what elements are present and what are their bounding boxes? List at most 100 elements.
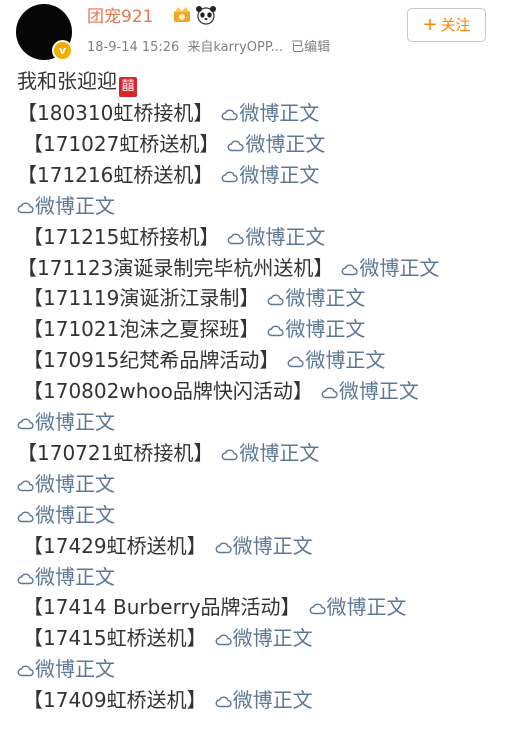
- weibo-link-label: 微博正文: [285, 286, 366, 311]
- weibo-link[interactable]: 微博正文: [215, 626, 313, 650]
- line-title: 【171215虹桥接机】: [23, 224, 220, 249]
- post-line: 【171027虹桥送机】 微博正文: [23, 129, 325, 160]
- link-cloud-icon: [17, 511, 34, 522]
- post-line: 【180310虹桥接机】 微博正文: [17, 98, 319, 129]
- crown-badge-icon[interactable]: [172, 5, 192, 25]
- weibo-link[interactable]: 微博正文: [309, 595, 407, 619]
- weibo-link-label: 微博正文: [338, 379, 419, 404]
- link-cloud-icon: [321, 387, 338, 399]
- weibo-link-label: 微博正文: [239, 101, 320, 125]
- edited-label: 已编辑: [291, 40, 331, 55]
- post-line: 【170721虹桥接机】 微博正文: [17, 438, 319, 469]
- weibo-link-label: 微博正文: [232, 533, 313, 558]
- link-cloud-icon: [17, 665, 34, 677]
- post-line: 【170915纪梵希品牌活动】 微博正文: [23, 345, 385, 376]
- weibo-link-label: 微博正文: [35, 193, 115, 218]
- link-cloud-icon: [221, 109, 238, 121]
- weibo-link-label: 微博正文: [239, 162, 320, 187]
- post-line: 【17409虹桥送机】 微博正文: [23, 685, 313, 716]
- link-cloud-icon: [227, 140, 244, 152]
- verified-badge-icon: v: [52, 40, 73, 61]
- weibo-link[interactable]: 微博正文: [267, 286, 365, 310]
- line-title: 【171119演诞浙江录制】: [23, 286, 260, 311]
- weibo-link-label: 微博正文: [245, 131, 326, 156]
- link-cloud-icon: [227, 233, 244, 244]
- post-line: 【171123演诞录制完毕杭州送机】 微博正文: [17, 253, 439, 284]
- line-title: 【170915纪梵希品牌活动】: [23, 348, 280, 373]
- post-line: 【171216虹桥送机】 微博正文: [17, 160, 319, 191]
- follow-label: 关注: [440, 16, 471, 34]
- post-line: 【171119演诞浙江录制】 微博正文: [23, 283, 365, 314]
- post-line: 微博正文: [17, 562, 115, 593]
- weibo-link-label: 微博正文: [239, 440, 320, 465]
- username[interactable]: 团宠921: [87, 6, 153, 28]
- weibo-link[interactable]: 微博正文: [321, 379, 419, 403]
- link-cloud-icon: [341, 264, 358, 275]
- link-cloud-icon: [309, 603, 326, 615]
- weibo-link[interactable]: 微博正文: [227, 132, 325, 156]
- double-happiness-emoji-icon: 囍: [119, 77, 137, 97]
- post-line: 【171021泡沫之夏探班】 微博正文: [23, 314, 365, 345]
- intro-text: 我和张迎迎: [17, 69, 117, 93]
- weibo-link[interactable]: 微博正文: [17, 410, 115, 434]
- weibo-link[interactable]: 微博正文: [221, 163, 319, 187]
- weibo-link-label: 微博正文: [35, 564, 115, 589]
- weibo-link-label: 微博正文: [35, 471, 115, 496]
- weibo-link-label: 微博正文: [359, 255, 440, 280]
- user-badges: [172, 5, 217, 25]
- post-line: 【170802whoo品牌快闪活动】 微博正文: [23, 376, 419, 407]
- link-cloud-icon: [267, 325, 284, 337]
- post-intro: 我和张迎迎囍: [17, 66, 137, 97]
- weibo-link[interactable]: 微博正文: [17, 194, 115, 218]
- weibo-link[interactable]: 微博正文: [17, 565, 115, 589]
- line-title: 【17409虹桥送机】: [23, 688, 207, 713]
- weibo-link[interactable]: 微博正文: [17, 503, 115, 527]
- post-line: 【17415虹桥送机】 微博正文: [23, 623, 313, 654]
- post-line: 微博正文: [17, 407, 115, 438]
- link-cloud-icon: [221, 449, 238, 461]
- line-title: 【180310虹桥接机】: [17, 101, 214, 125]
- weibo-link[interactable]: 微博正文: [221, 441, 319, 465]
- weibo-link[interactable]: 微博正文: [267, 317, 365, 341]
- post-line: 【17414 Burberry品牌活动】 微博正文: [23, 592, 407, 623]
- link-cloud-icon: [17, 480, 34, 491]
- follow-button[interactable]: + 关注: [407, 8, 486, 42]
- weibo-link[interactable]: 微博正文: [215, 688, 313, 712]
- weibo-link[interactable]: 微博正文: [17, 472, 115, 496]
- weibo-link-label: 微博正文: [232, 626, 313, 651]
- panda-emoji-icon: [195, 5, 217, 25]
- weibo-link-label: 微博正文: [245, 224, 326, 249]
- line-title: 【171123演诞录制完毕杭州送机】: [17, 255, 334, 280]
- link-cloud-icon: [215, 542, 232, 553]
- weibo-link[interactable]: 微博正文: [341, 256, 439, 280]
- link-cloud-icon: [17, 202, 34, 213]
- weibo-link-label: 微博正文: [35, 410, 115, 434]
- line-title: 【171021泡沫之夏探班】: [23, 317, 260, 342]
- weibo-link[interactable]: 微博正文: [221, 101, 319, 125]
- weibo-link[interactable]: 微博正文: [287, 348, 385, 372]
- line-title: 【170802whoo品牌快闪活动】: [23, 379, 313, 404]
- line-title: 【171027虹桥送机】: [23, 131, 220, 156]
- post-timestamp[interactable]: 18-9-14 15:26: [87, 40, 179, 55]
- post-source[interactable]: 来自karryOPP...: [187, 40, 283, 55]
- link-cloud-icon: [221, 171, 238, 182]
- line-title: 【170721虹桥接机】: [17, 440, 214, 465]
- post-line: 微博正文: [17, 469, 115, 500]
- link-cloud-icon: [17, 418, 34, 430]
- weibo-link[interactable]: 微博正文: [215, 534, 313, 558]
- weibo-link-label: 微博正文: [326, 595, 407, 620]
- post-line: 微博正文: [17, 654, 115, 685]
- post-line: 微博正文: [17, 500, 115, 531]
- link-cloud-icon: [287, 356, 304, 368]
- weibo-link[interactable]: 微博正文: [227, 225, 325, 249]
- weibo-link-label: 微博正文: [285, 317, 366, 342]
- link-cloud-icon: [17, 573, 34, 584]
- link-cloud-icon: [267, 294, 284, 306]
- post-line: 微博正文: [17, 191, 115, 222]
- post-line: 【17429虹桥送机】 微博正文: [23, 531, 313, 562]
- line-title: 【17415虹桥送机】: [23, 626, 207, 651]
- weibo-link-label: 微博正文: [232, 688, 313, 713]
- post-meta: 18-9-14 15:26 来自karryOPP... 已编辑: [87, 39, 338, 57]
- weibo-link[interactable]: 微博正文: [17, 657, 115, 681]
- weibo-link-label: 微博正文: [35, 657, 115, 682]
